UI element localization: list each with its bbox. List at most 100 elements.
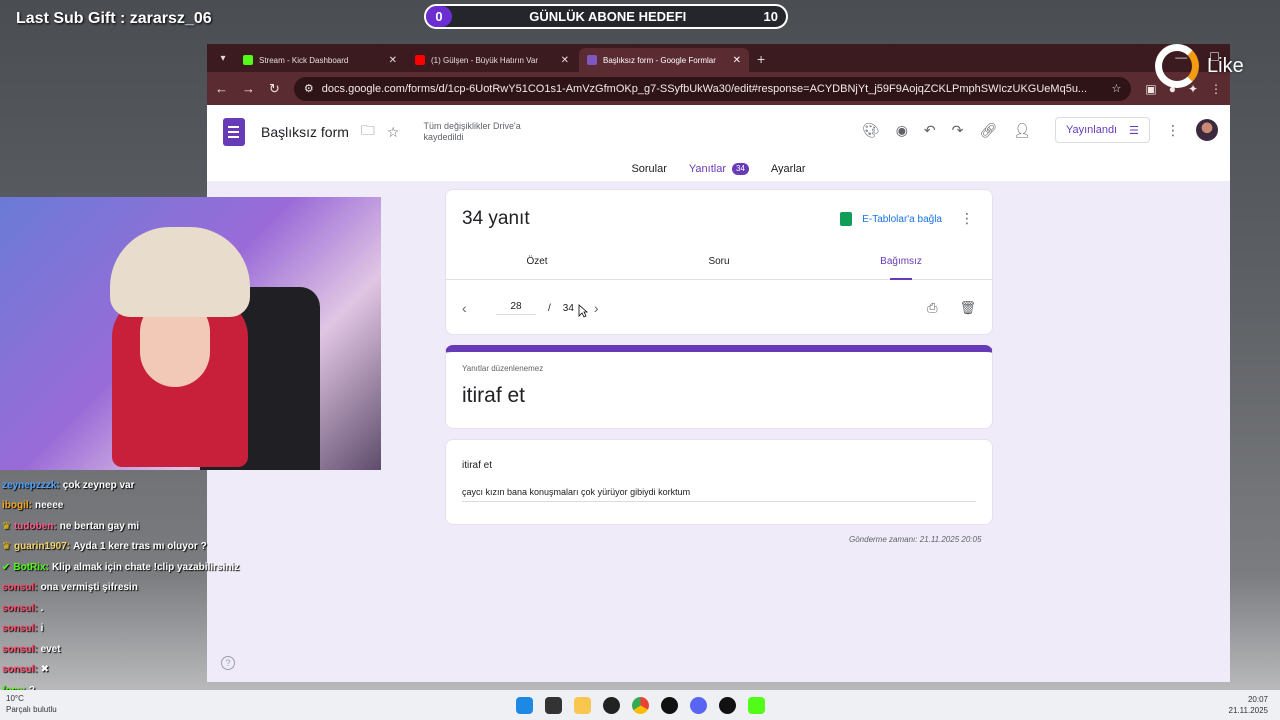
brand-text: Like [1207, 54, 1244, 77]
folder-icon[interactable]: 🗀 [361, 120, 375, 144]
chat-message: zeynepzzzk: çok zeynep var [2, 475, 282, 496]
published-button[interactable]: Yayınlandı ☰ [1054, 117, 1150, 143]
save-status: Tüm değişiklikler Drive'a kaydedildi [423, 121, 521, 142]
address-bar[interactable]: ⚙ docs.google.com/forms/d/1cp-6UotRwY51C… [293, 76, 1132, 101]
star-icon[interactable]: ☆ [387, 124, 400, 141]
chat-username: sonsul: [2, 664, 38, 676]
add-collaborator-icon[interactable]: 👤︎ [1013, 122, 1031, 139]
avatar[interactable] [1196, 119, 1218, 141]
chat-message: ♛ tudoben: ne bertan gay mi [2, 516, 282, 537]
reload-icon[interactable]: ↻ [269, 81, 280, 97]
form-title[interactable]: Başlıksız form [261, 124, 349, 140]
form-title-card: Yanıtlar düzenlenemez itiraf et [445, 345, 993, 429]
tab-search-icon[interactable]: ▾ [213, 48, 233, 68]
chat-message: ibogil: neeee [2, 496, 282, 517]
url-text: docs.google.com/forms/d/1cp-6UotRwY51CO1… [321, 82, 1088, 95]
link-icon[interactable]: 🔗︎ [979, 122, 997, 139]
chat-message: sonsul: i [2, 619, 282, 640]
pager-separator: / [548, 302, 551, 314]
not-editable-note: Yanıtlar düzenlenemez [462, 364, 544, 373]
fur-hat [110, 227, 250, 317]
chat-username: sonsul: [2, 602, 38, 614]
more-options-icon[interactable]: ⋮ [960, 210, 974, 227]
question-label: itiraf et [462, 460, 493, 471]
discord-icon[interactable] [689, 696, 707, 714]
close-icon[interactable]: ✕ [733, 55, 741, 66]
more-icon[interactable]: ⋮ [1166, 122, 1180, 139]
chrome-icon[interactable] [631, 696, 649, 714]
chat-username: guarin1907: [13, 541, 71, 553]
goal-current: 0 [426, 6, 452, 27]
chat-message: ✔ BotRix: Klip almak için chate !clip yaza… [2, 557, 282, 578]
response-pager: ‹ 28 / 34 › ⎙ 🗑︎ [462, 300, 976, 316]
tab-summary[interactable]: Özet [446, 256, 628, 279]
chat-text: . [40, 602, 44, 614]
kick-app-icon[interactable] [747, 696, 765, 714]
chat-username: BotRix: [13, 561, 49, 573]
delete-icon[interactable]: 🗑︎ [959, 300, 976, 316]
total-responses: 34 [562, 302, 574, 314]
question-answer-card: itiraf et çaycı kızın bana konuşmaları ç… [445, 439, 993, 525]
tab-youtube[interactable]: (1) Gülşen - Büyük Hatırın Var ✕ [407, 48, 577, 72]
weather-temp: 10°C [6, 694, 24, 703]
print-icon[interactable]: ⎙ [927, 300, 937, 316]
tab-strip: ▾ Stream - Kick Dashboard ✕ (1) Gülşen -… [207, 44, 1230, 72]
bookmark-star-icon[interactable]: ☆ [1111, 82, 1121, 95]
redo-icon[interactable]: ↷ [952, 122, 964, 139]
weather-widget[interactable]: 10°C Parçalı bulutlu [6, 693, 57, 715]
crown-icon: ♛ [2, 541, 11, 553]
tab-google-forms[interactable]: Başlıksız form - Google Formlar ✕ [579, 48, 749, 72]
sheets-icon [840, 212, 853, 226]
publish-label: Yayınlandı [1065, 124, 1118, 136]
windows-start-icon[interactable] [515, 696, 533, 714]
response-count: 34 yanıt [462, 208, 530, 229]
webcam-feed [0, 197, 381, 470]
tab-kick-dashboard[interactable]: Stream - Kick Dashboard ✕ [235, 48, 405, 72]
chat-text: Klip almak için chate !clip yazabilirsin… [51, 561, 240, 573]
chat-message: sonsul: evet [2, 639, 282, 660]
clock-time: 20:07 [1247, 695, 1268, 704]
file-explorer-icon[interactable] [573, 696, 591, 714]
chat-message: sonsul:. [2, 598, 282, 619]
submission-time: Gönderme zamanı: 21.11.2025 20:05 [849, 535, 982, 544]
forms-icon [587, 55, 597, 65]
obs-icon[interactable] [602, 696, 620, 714]
link-to-sheets-button[interactable]: E-Tablolar'a bağla [840, 212, 942, 226]
tab-individual[interactable]: Bağımsız [810, 256, 992, 280]
task-view-icon[interactable] [544, 696, 562, 714]
google-forms-logo[interactable] [223, 118, 245, 146]
close-icon[interactable]: ✕ [389, 55, 397, 66]
close-icon[interactable]: ✕ [561, 55, 569, 66]
response-count-badge: 34 [732, 163, 749, 175]
site-info-icon[interactable]: ⚙ [304, 82, 314, 95]
stream-chat: zeynepzzzk: çok zeynep var ibogil: neeee ♛… [2, 475, 282, 701]
system-clock[interactable]: 20:07 21.11.2025 [1229, 694, 1268, 716]
back-icon[interactable]: ← [215, 81, 228, 96]
response-view-tabs: Özet Soru Bağımsız [446, 256, 992, 280]
app-g-icon[interactable] [660, 696, 678, 714]
current-response-input[interactable]: 28 [496, 301, 536, 315]
chat-text: çok zeynep var [62, 479, 135, 491]
preview-eye-icon[interactable]: ◉ [896, 122, 908, 139]
answer-text: çaycı kızın bana konuşmaları çok yürüyor… [462, 487, 976, 502]
response-actions: ⎙ 🗑︎ [927, 300, 976, 316]
goal-title: GÜNLÜK ABONE HEDEFI [529, 9, 687, 24]
app-g2-icon[interactable] [718, 696, 736, 714]
undo-icon[interactable]: ↶ [924, 122, 936, 139]
chat-text: neeee [35, 500, 64, 512]
goal-target: 10 [763, 9, 778, 24]
last-sub-gift: Last Sub Gift : zararsz_06 [16, 10, 212, 27]
forward-icon[interactable]: → [242, 81, 255, 96]
browser-toolbar: ← → ↻ ⚙ docs.google.com/forms/d/1cp-6Uot… [207, 72, 1230, 105]
tune-icon: ☰ [1129, 124, 1139, 137]
form-heading: itiraf et [462, 384, 526, 407]
previous-response-icon[interactable]: ‹ [462, 300, 482, 316]
palette-icon[interactable]: 🎨︎ [862, 122, 880, 139]
like-logo-icon [1155, 44, 1199, 88]
new-tab-icon[interactable]: + [757, 51, 765, 67]
next-response-icon[interactable]: › [594, 300, 614, 316]
tab-question[interactable]: Soru [628, 256, 810, 279]
chat-message: sonsul: ona vermişti şifresin [2, 578, 282, 599]
like-brand-logo: Like [1155, 44, 1244, 88]
chat-username: sonsul: [2, 643, 38, 655]
